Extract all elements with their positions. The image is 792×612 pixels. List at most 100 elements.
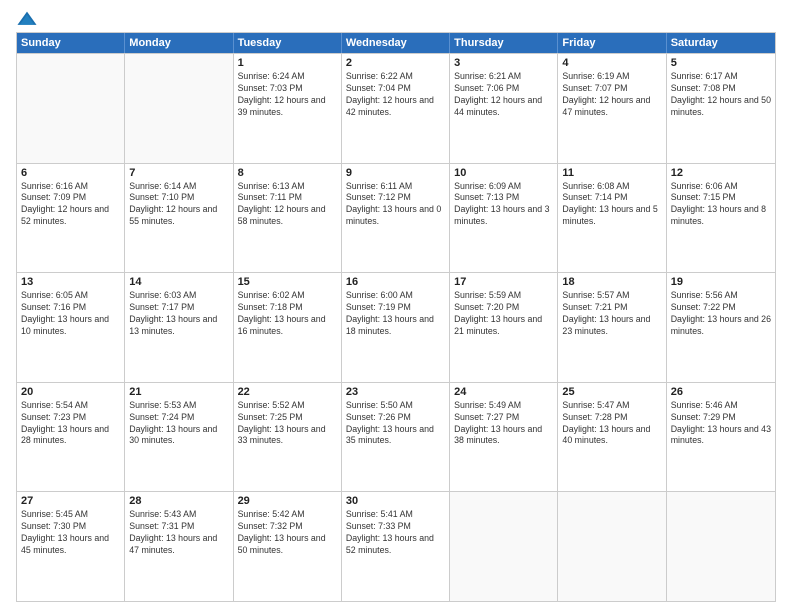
day-info: Sunrise: 5:42 AM Sunset: 7:32 PM Dayligh… xyxy=(238,509,337,557)
day-number: 9 xyxy=(346,167,445,179)
day-info: Sunrise: 6:22 AM Sunset: 7:04 PM Dayligh… xyxy=(346,71,445,119)
day-info: Sunrise: 5:57 AM Sunset: 7:21 PM Dayligh… xyxy=(562,290,661,338)
day-info: Sunrise: 5:50 AM Sunset: 7:26 PM Dayligh… xyxy=(346,400,445,448)
day-info: Sunrise: 5:56 AM Sunset: 7:22 PM Dayligh… xyxy=(671,290,771,338)
page: SundayMondayTuesdayWednesdayThursdayFrid… xyxy=(0,0,792,612)
header xyxy=(16,10,776,28)
cal-cell-w5-d6 xyxy=(558,492,666,601)
cal-cell-w3-d4: 16 Sunrise: 6:00 AM Sunset: 7:19 PM Dayli… xyxy=(342,273,450,382)
day-info: Sunrise: 6:05 AM Sunset: 7:16 PM Dayligh… xyxy=(21,290,120,338)
cal-cell-w2-d1: 6 Sunrise: 6:16 AM Sunset: 7:09 PM Daylig… xyxy=(17,164,125,273)
cal-cell-w1-d6: 4Sunrise: 6:19 AM Sunset: 7:07 PM Daylig… xyxy=(558,54,666,163)
day-number: 3 xyxy=(454,57,553,69)
cal-cell-w4-d5: 24 Sunrise: 5:49 AM Sunset: 7:27 PM Dayli… xyxy=(450,383,558,492)
day-info: Sunrise: 5:49 AM Sunset: 7:27 PM Dayligh… xyxy=(454,400,553,448)
cal-cell-w2-d7: 12 Sunrise: 6:06 AM Sunset: 7:15 PM Dayli… xyxy=(667,164,775,273)
day-number: 20 xyxy=(21,386,120,398)
logo xyxy=(16,10,42,28)
day-number: 29 xyxy=(238,495,337,507)
cal-cell-w4-d7: 26 Sunrise: 5:46 AM Sunset: 7:29 PM Dayli… xyxy=(667,383,775,492)
cal-cell-w3-d1: 13Sunrise: 6:05 AM Sunset: 7:16 PM Dayli… xyxy=(17,273,125,382)
day-number: 6 xyxy=(21,167,120,179)
week-row-5: 27Sunrise: 5:45 AM Sunset: 7:30 PM Dayli… xyxy=(17,491,775,601)
day-info: Sunrise: 5:46 AM Sunset: 7:29 PM Dayligh… xyxy=(671,400,771,448)
day-number: 1 xyxy=(238,57,337,69)
day-info: Sunrise: 5:59 AM Sunset: 7:20 PM Dayligh… xyxy=(454,290,553,338)
weekday-header-monday: Monday xyxy=(125,33,233,53)
cal-cell-w5-d4: 30 Sunrise: 5:41 AM Sunset: 7:33 PM Dayli… xyxy=(342,492,450,601)
cal-cell-w2-d2: 7 Sunrise: 6:14 AM Sunset: 7:10 PM Daylig… xyxy=(125,164,233,273)
weekday-header-saturday: Saturday xyxy=(667,33,775,53)
week-row-3: 13Sunrise: 6:05 AM Sunset: 7:16 PM Dayli… xyxy=(17,272,775,382)
day-info: Sunrise: 6:02 AM Sunset: 7:18 PM Dayligh… xyxy=(238,290,337,338)
day-info: Sunrise: 6:16 AM Sunset: 7:09 PM Dayligh… xyxy=(21,181,120,229)
week-row-2: 6 Sunrise: 6:16 AM Sunset: 7:09 PM Daylig… xyxy=(17,163,775,273)
week-row-1: 1 Sunrise: 6:24 AM Sunset: 7:03 PM Daylig… xyxy=(17,53,775,163)
day-number: 23 xyxy=(346,386,445,398)
day-number: 4 xyxy=(562,57,661,69)
cal-cell-w3-d2: 14 Sunrise: 6:03 AM Sunset: 7:17 PM Dayli… xyxy=(125,273,233,382)
weekday-header-thursday: Thursday xyxy=(450,33,558,53)
day-number: 30 xyxy=(346,495,445,507)
cal-cell-w5-d1: 27Sunrise: 5:45 AM Sunset: 7:30 PM Dayli… xyxy=(17,492,125,601)
cal-cell-w4-d1: 20 Sunrise: 5:54 AM Sunset: 7:23 PM Dayli… xyxy=(17,383,125,492)
day-number: 21 xyxy=(129,386,228,398)
day-info: Sunrise: 6:24 AM Sunset: 7:03 PM Dayligh… xyxy=(238,71,337,119)
cal-cell-w2-d5: 10Sunrise: 6:09 AM Sunset: 7:13 PM Dayli… xyxy=(450,164,558,273)
day-number: 25 xyxy=(562,386,661,398)
day-number: 2 xyxy=(346,57,445,69)
day-info: Sunrise: 6:06 AM Sunset: 7:15 PM Dayligh… xyxy=(671,181,771,229)
calendar: SundayMondayTuesdayWednesdayThursdayFrid… xyxy=(16,32,776,602)
day-number: 28 xyxy=(129,495,228,507)
day-number: 19 xyxy=(671,276,771,288)
cal-cell-w2-d3: 8 Sunrise: 6:13 AM Sunset: 7:11 PM Daylig… xyxy=(234,164,342,273)
cal-cell-w3-d6: 18 Sunrise: 5:57 AM Sunset: 7:21 PM Dayli… xyxy=(558,273,666,382)
day-number: 18 xyxy=(562,276,661,288)
day-info: Sunrise: 5:54 AM Sunset: 7:23 PM Dayligh… xyxy=(21,400,120,448)
day-number: 14 xyxy=(129,276,228,288)
cal-cell-w1-d2 xyxy=(125,54,233,163)
day-number: 17 xyxy=(454,276,553,288)
day-info: Sunrise: 5:43 AM Sunset: 7:31 PM Dayligh… xyxy=(129,509,228,557)
day-number: 22 xyxy=(238,386,337,398)
day-number: 5 xyxy=(671,57,771,69)
day-number: 24 xyxy=(454,386,553,398)
weekday-header-sunday: Sunday xyxy=(17,33,125,53)
day-number: 15 xyxy=(238,276,337,288)
cal-cell-w4-d4: 23 Sunrise: 5:50 AM Sunset: 7:26 PM Dayli… xyxy=(342,383,450,492)
weekday-header-friday: Friday xyxy=(558,33,666,53)
cal-cell-w2-d6: 11 Sunrise: 6:08 AM Sunset: 7:14 PM Dayli… xyxy=(558,164,666,273)
day-number: 7 xyxy=(129,167,228,179)
day-info: Sunrise: 5:53 AM Sunset: 7:24 PM Dayligh… xyxy=(129,400,228,448)
weekday-header-wednesday: Wednesday xyxy=(342,33,450,53)
calendar-header-row: SundayMondayTuesdayWednesdayThursdayFrid… xyxy=(17,33,775,53)
day-info: Sunrise: 5:41 AM Sunset: 7:33 PM Dayligh… xyxy=(346,509,445,557)
calendar-body: 1 Sunrise: 6:24 AM Sunset: 7:03 PM Daylig… xyxy=(17,53,775,601)
day-number: 16 xyxy=(346,276,445,288)
day-number: 26 xyxy=(671,386,771,398)
day-info: Sunrise: 6:11 AM Sunset: 7:12 PM Dayligh… xyxy=(346,181,445,229)
day-info: Sunrise: 6:00 AM Sunset: 7:19 PM Dayligh… xyxy=(346,290,445,338)
day-info: Sunrise: 6:14 AM Sunset: 7:10 PM Dayligh… xyxy=(129,181,228,229)
cal-cell-w5-d3: 29 Sunrise: 5:42 AM Sunset: 7:32 PM Dayli… xyxy=(234,492,342,601)
day-info: Sunrise: 5:52 AM Sunset: 7:25 PM Dayligh… xyxy=(238,400,337,448)
day-info: Sunrise: 5:45 AM Sunset: 7:30 PM Dayligh… xyxy=(21,509,120,557)
cal-cell-w1-d5: 3 Sunrise: 6:21 AM Sunset: 7:06 PM Daylig… xyxy=(450,54,558,163)
cal-cell-w1-d1 xyxy=(17,54,125,163)
cal-cell-w5-d2: 28 Sunrise: 5:43 AM Sunset: 7:31 PM Dayli… xyxy=(125,492,233,601)
cal-cell-w1-d7: 5 Sunrise: 6:17 AM Sunset: 7:08 PM Daylig… xyxy=(667,54,775,163)
weekday-header-tuesday: Tuesday xyxy=(234,33,342,53)
day-info: Sunrise: 6:17 AM Sunset: 7:08 PM Dayligh… xyxy=(671,71,771,119)
day-number: 12 xyxy=(671,167,771,179)
cal-cell-w4-d6: 25 Sunrise: 5:47 AM Sunset: 7:28 PM Dayli… xyxy=(558,383,666,492)
week-row-4: 20 Sunrise: 5:54 AM Sunset: 7:23 PM Dayli… xyxy=(17,382,775,492)
day-info: Sunrise: 6:03 AM Sunset: 7:17 PM Dayligh… xyxy=(129,290,228,338)
cal-cell-w3-d7: 19 Sunrise: 5:56 AM Sunset: 7:22 PM Dayli… xyxy=(667,273,775,382)
day-info: Sunrise: 6:08 AM Sunset: 7:14 PM Dayligh… xyxy=(562,181,661,229)
day-info: Sunrise: 6:13 AM Sunset: 7:11 PM Dayligh… xyxy=(238,181,337,229)
day-number: 8 xyxy=(238,167,337,179)
cal-cell-w5-d7 xyxy=(667,492,775,601)
day-info: Sunrise: 5:47 AM Sunset: 7:28 PM Dayligh… xyxy=(562,400,661,448)
day-info: Sunrise: 6:21 AM Sunset: 7:06 PM Dayligh… xyxy=(454,71,553,119)
day-number: 11 xyxy=(562,167,661,179)
